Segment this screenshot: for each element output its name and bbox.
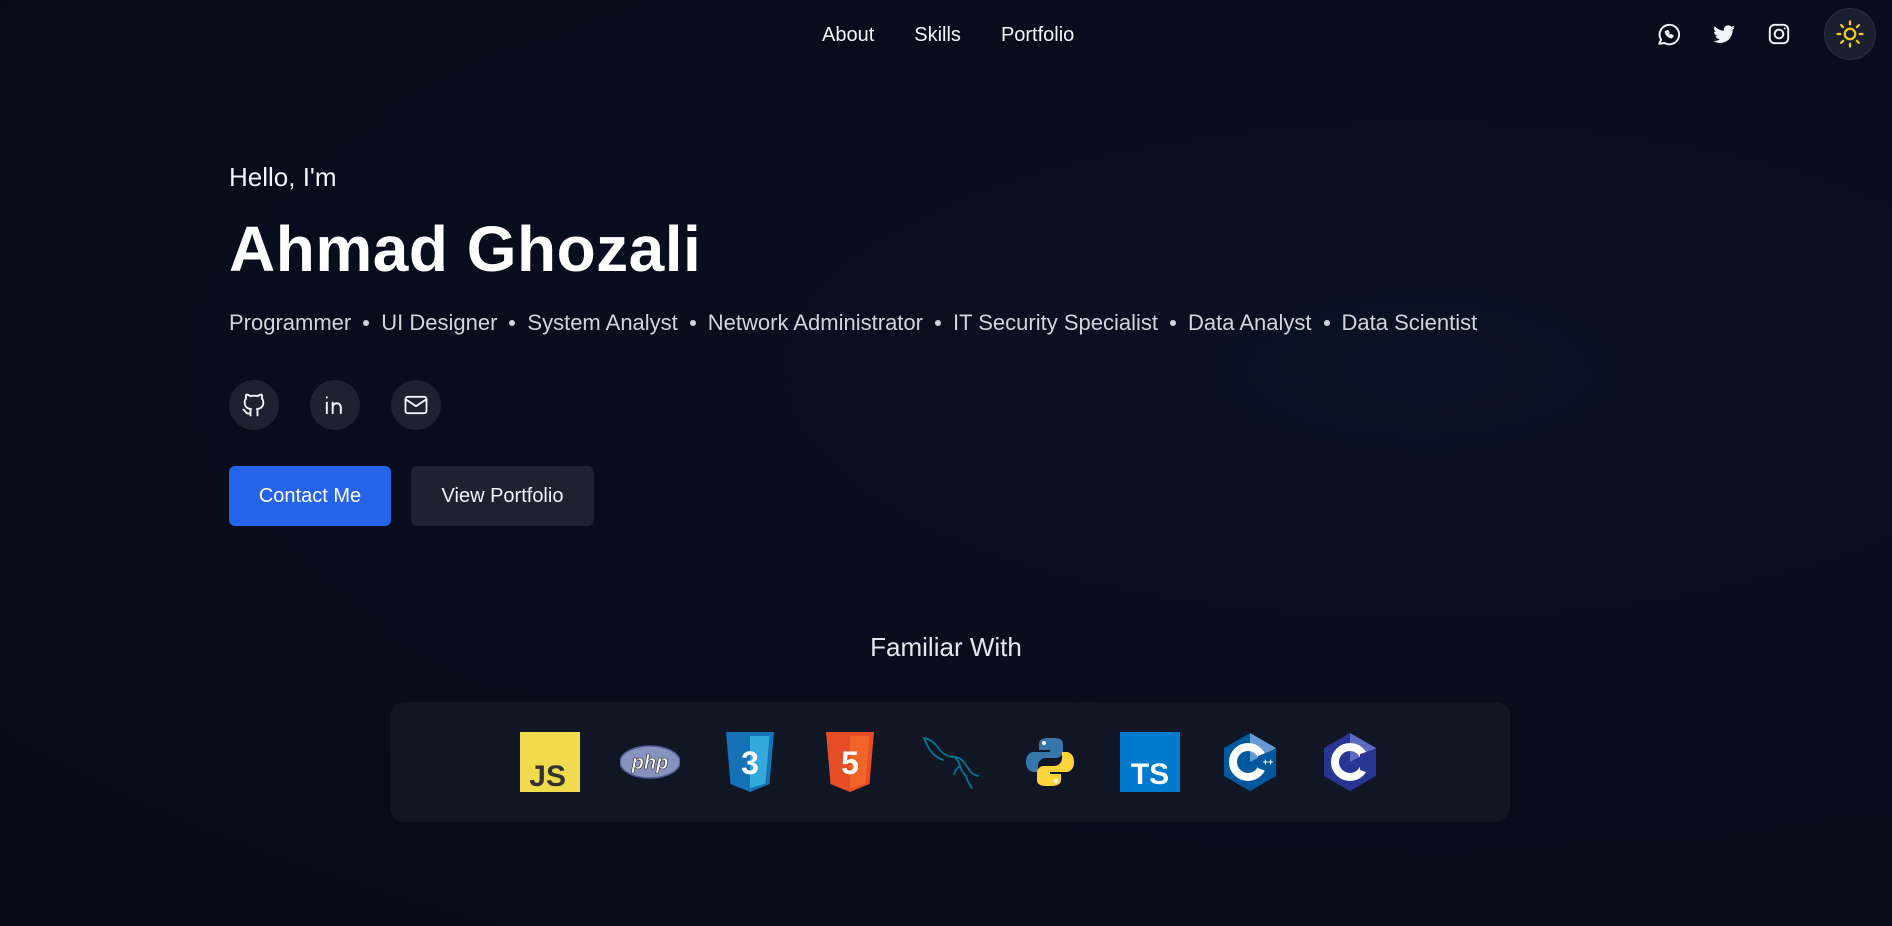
role-item: Programmer <box>229 310 352 335</box>
svg-text:php: php <box>631 752 669 774</box>
cta-buttons: Contact Me View Portfolio <box>229 466 1629 526</box>
nav-link-about[interactable]: About <box>822 22 874 48</box>
bullet-separator <box>1323 320 1330 326</box>
svg-text:JS: JS <box>529 760 566 792</box>
greeting: Hello, I'm <box>229 162 337 192</box>
theme-toggle-button[interactable] <box>1824 8 1876 60</box>
svg-text:5: 5 <box>841 745 859 781</box>
css3-icon: 3 <box>720 732 780 792</box>
familiar-with-heading: Familiar With <box>870 632 1022 662</box>
role-item: UI Designer <box>381 310 498 335</box>
role-item: Network Administrator <box>707 310 923 335</box>
bullet-separator <box>934 320 941 326</box>
view-portfolio-button[interactable]: View Portfolio <box>411 466 594 526</box>
hero-name: Ahmad Ghozali <box>229 213 702 285</box>
python-icon <box>1020 732 1080 792</box>
role-item: IT Security Specialist <box>952 310 1158 335</box>
tech-stack-panel: JS php 3 5 TS ++ <box>390 702 1510 822</box>
nav-link-skills[interactable]: Skills <box>914 22 961 48</box>
bullet-separator <box>1170 320 1176 326</box>
javascript-icon: JS <box>520 732 580 792</box>
contact-me-button[interactable]: Contact Me <box>229 466 391 526</box>
sun-icon <box>1836 20 1864 48</box>
c-icon <box>1320 732 1380 792</box>
linkedin-icon[interactable] <box>310 380 360 430</box>
bullet-separator <box>363 320 370 326</box>
github-icon[interactable] <box>229 380 279 430</box>
top-nav: About Skills Portfolio <box>0 0 1892 70</box>
nav-right <box>1641 8 1876 60</box>
mysql-icon <box>920 732 980 792</box>
php-icon: php <box>620 732 680 792</box>
svg-text:TS: TS <box>1131 758 1169 791</box>
nav-links: About Skills Portfolio <box>822 22 1074 48</box>
html5-icon: 5 <box>820 732 880 792</box>
role-item: Data Scientist <box>1341 310 1478 335</box>
hero-section: Hello, I'm Ahmad Ghozali Programmer UI D… <box>229 160 1629 526</box>
hero-social-links <box>229 380 1629 430</box>
svg-text:3: 3 <box>741 745 759 781</box>
mail-icon[interactable] <box>391 380 441 430</box>
role-item: System Analyst <box>527 310 678 335</box>
cplusplus-icon: ++ <box>1220 732 1280 792</box>
svg-text:++: ++ <box>1263 757 1274 767</box>
roles-list: Programmer UI Designer System Analyst Ne… <box>229 308 1629 338</box>
nav-link-portfolio[interactable]: Portfolio <box>1001 22 1074 48</box>
whatsapp-icon[interactable] <box>1641 8 1696 60</box>
instagram-icon[interactable] <box>1751 8 1806 60</box>
typescript-icon: TS <box>1120 732 1180 792</box>
bullet-separator <box>509 320 516 326</box>
role-item: Data Analyst <box>1188 310 1312 335</box>
bullet-separator <box>689 320 696 326</box>
twitter-icon[interactable] <box>1696 8 1751 60</box>
